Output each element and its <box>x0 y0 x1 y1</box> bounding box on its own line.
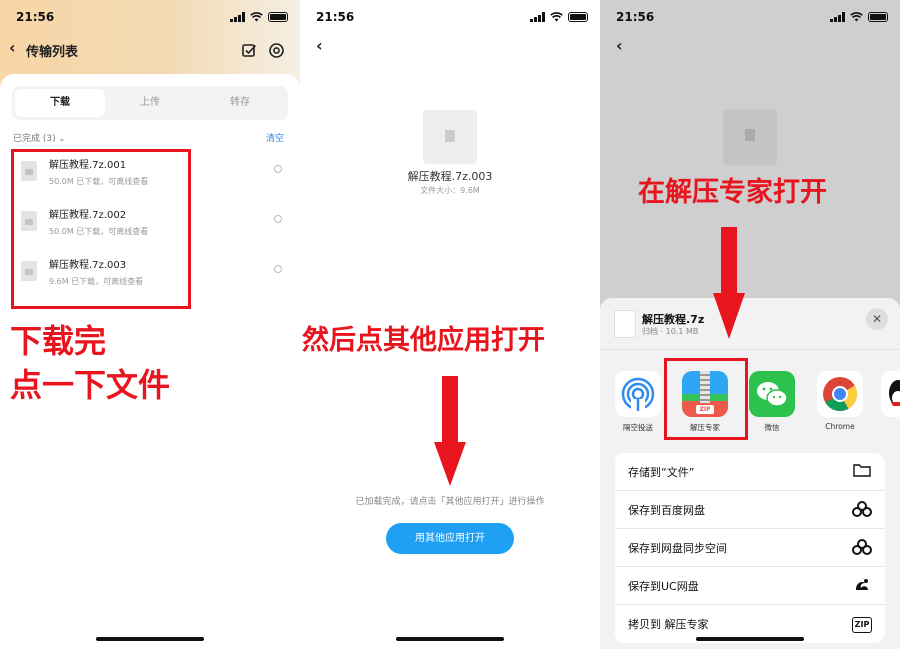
action-save-to-uc-netdisk[interactable]: 保存到UC网盘 <box>615 567 885 605</box>
highlight-box <box>664 358 748 440</box>
battery-icon <box>268 12 288 22</box>
signal-icon <box>230 12 245 22</box>
status-time: 21:56 <box>316 10 355 24</box>
signal-icon <box>530 12 545 22</box>
back-chevron-icon[interactable]: ‹ <box>316 36 323 55</box>
battery-icon <box>568 12 588 22</box>
file-size: 文件大小：9.6M <box>420 186 480 195</box>
action-label: 存储到“文件” <box>628 466 695 479</box>
share-file-name: 解压教程.7z <box>642 313 705 326</box>
app-label: Chrome <box>825 422 855 431</box>
open-with-other-app-button[interactable]: 用其他应用打开 <box>386 523 514 554</box>
airdrop-icon <box>615 371 661 417</box>
app-airdrop[interactable]: 隔空投送 <box>612 371 664 433</box>
select-radio[interactable] <box>274 215 282 223</box>
tab-upload[interactable]: 上传 <box>105 89 195 117</box>
wifi-icon <box>250 12 263 22</box>
wechat-icon <box>749 371 795 417</box>
chrome-icon <box>817 371 863 417</box>
uc-icon <box>851 577 873 597</box>
action-label: 保存到网盘同步空间 <box>628 542 727 555</box>
share-file-info: 归档 · 10.1 MB <box>642 327 699 336</box>
status-bar: 21:56 <box>0 0 300 36</box>
annotation-text: 然后点其他应用打开 <box>302 325 545 356</box>
file-name: 解压教程.7z.003 <box>407 170 493 183</box>
home-indicator <box>696 637 804 641</box>
transfer-tabs: 下载 上传 转存 <box>12 86 288 120</box>
app-wechat[interactable]: 微信 <box>746 371 798 433</box>
red-arrow-icon <box>721 227 737 295</box>
sync-space-icon <box>851 539 873 559</box>
transfer-list-screen: 21:56 ‹ 传输列表 下载 上传 转存 已完成 (3) ⌄ 清空 解压教程.… <box>0 0 300 649</box>
status-icons <box>230 12 288 22</box>
status-icons <box>830 12 888 22</box>
home-indicator <box>96 637 204 641</box>
annotation-text: 点一下文件 <box>10 366 171 404</box>
battery-icon <box>868 12 888 22</box>
zip-icon: ZIP <box>851 615 873 633</box>
settings-icon[interactable] <box>268 42 285 59</box>
app-qq[interactable] <box>881 371 900 417</box>
highlight-box <box>11 149 191 309</box>
document-icon <box>614 310 636 338</box>
back-chevron-icon[interactable]: ‹ <box>616 36 623 55</box>
status-time: 21:56 <box>616 10 655 24</box>
app-label: 隔空投送 <box>623 423 653 432</box>
wifi-icon <box>850 12 863 22</box>
file-preview-screen: 21:56 ‹ 解压教程.7z.003 文件大小：9.6M 然后点其他应用打开 … <box>300 0 600 649</box>
annotation-text: 下载完 <box>10 322 107 360</box>
select-radio[interactable] <box>274 165 282 173</box>
back-chevron-icon[interactable]: ‹ <box>9 38 16 57</box>
baidu-netdisk-icon <box>851 501 873 521</box>
status-bar: 21:56 <box>600 0 900 36</box>
red-arrow-icon <box>442 376 458 442</box>
signal-icon <box>830 12 845 22</box>
action-save-to-baidu-netdisk[interactable]: 保存到百度网盘 <box>615 491 885 529</box>
file-icon <box>423 110 477 164</box>
file-icon <box>723 109 777 165</box>
annotation-text: 在解压专家打开 <box>638 177 827 208</box>
status-bar: 21:56 <box>300 0 600 36</box>
action-label: 拷贝到 解压专家 <box>628 618 709 631</box>
completed-section-toggle[interactable]: 已完成 (3) ⌄ <box>13 131 65 144</box>
action-save-to-files[interactable]: 存储到“文件” <box>615 453 885 491</box>
app-chrome[interactable]: Chrome <box>814 371 866 431</box>
close-icon[interactable]: ✕ <box>866 308 888 330</box>
zip-action-badge: ZIP <box>851 617 873 633</box>
tab-transfer[interactable]: 转存 <box>195 89 285 117</box>
status-icons <box>530 12 588 22</box>
multi-select-icon[interactable] <box>242 43 257 58</box>
folder-icon <box>851 463 873 481</box>
action-save-to-sync-space[interactable]: 保存到网盘同步空间 <box>615 529 885 567</box>
hint-text: 已加载完成，请点击「其他应用打开」进行操作 <box>355 497 545 507</box>
clear-button[interactable]: 清空 <box>266 131 284 144</box>
select-radio[interactable] <box>274 265 282 273</box>
action-label: 保存到UC网盘 <box>628 580 699 593</box>
share-sheet-header: 解压教程.7z 归档 · 10.1 MB ✕ <box>600 298 900 350</box>
status-time: 21:56 <box>16 10 55 24</box>
app-label: 微信 <box>764 423 780 432</box>
wifi-icon <box>550 12 563 22</box>
home-indicator <box>396 637 504 641</box>
share-sheet: 解压教程.7z 归档 · 10.1 MB ✕ 隔空投送 ZIP 解压专家 微信 … <box>600 298 900 649</box>
tab-download[interactable]: 下载 <box>15 89 105 117</box>
qq-icon <box>881 371 900 417</box>
share-sheet-screen: 21:56 ‹ 在解压专家打开 解压教程.7z 归档 · 10.1 MB ✕ 隔… <box>600 0 900 649</box>
chevron-down-icon: ⌄ <box>58 134 66 143</box>
page-title: 传输列表 <box>26 45 79 60</box>
red-arrow-head-icon <box>713 293 745 339</box>
action-label: 保存到百度网盘 <box>628 504 705 517</box>
red-arrow-head-icon <box>434 442 466 486</box>
share-action-list: 存储到“文件” 保存到百度网盘 保存到网盘同步空间 保存到UC网盘 拷贝到 解压… <box>615 453 885 643</box>
completed-section-label: 已完成 (3) <box>13 134 56 144</box>
